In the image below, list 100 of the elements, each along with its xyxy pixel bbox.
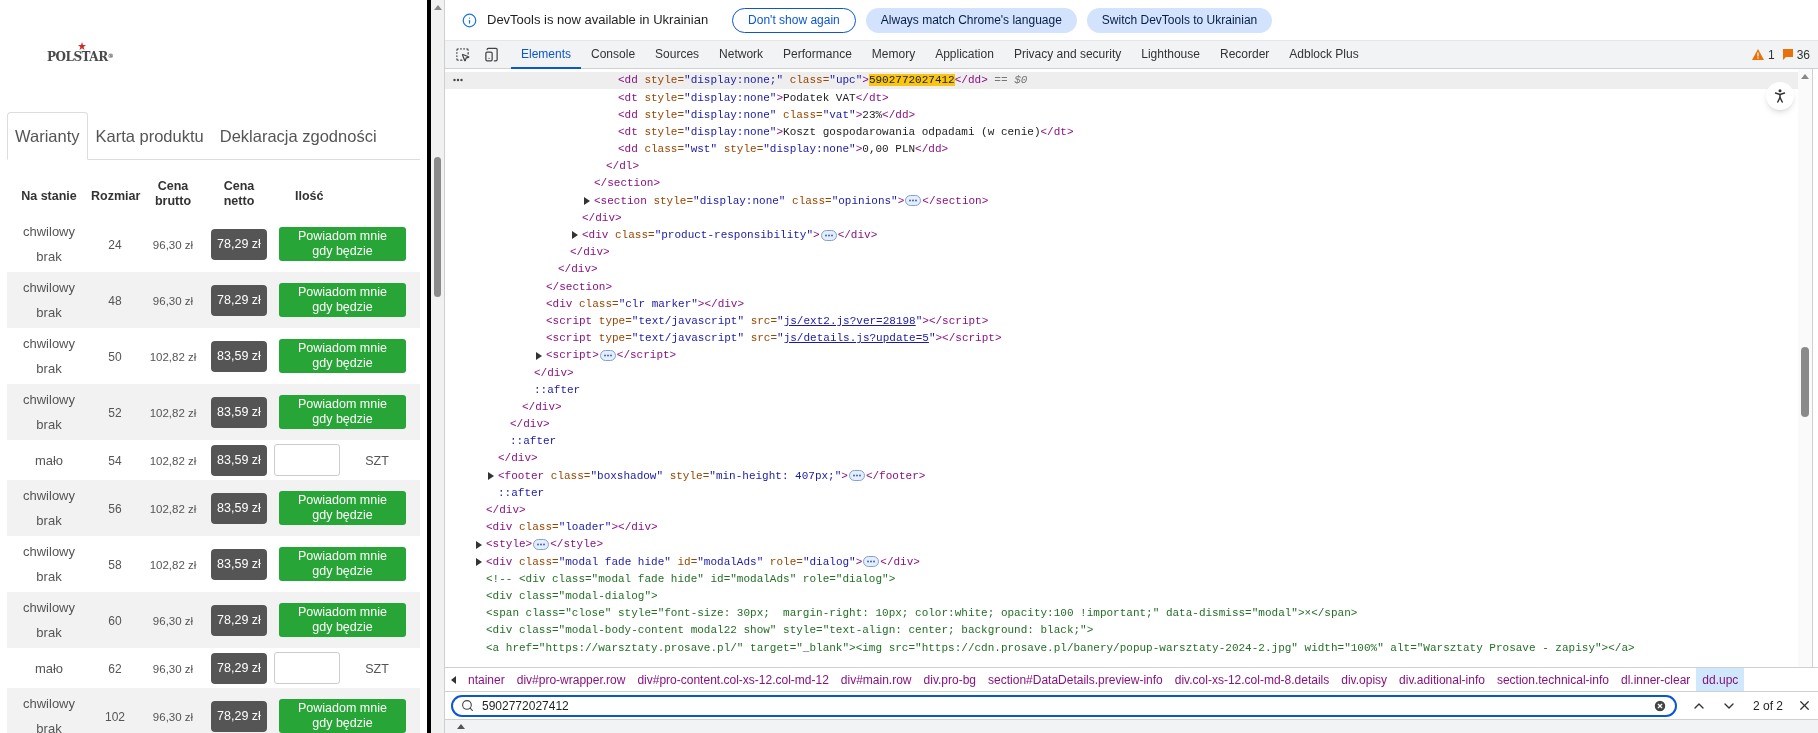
code-row[interactable]: <div class="loader"></div> — [445, 518, 1798, 537]
scroll-left-icon[interactable] — [451, 675, 456, 684]
breadcrumb[interactable]: div.aditional-info — [1393, 668, 1491, 691]
devtools-tab[interactable]: Console — [581, 40, 646, 69]
code-row[interactable]: </div> — [445, 415, 1798, 433]
breadcrumb[interactable]: div#main.row — [834, 668, 918, 691]
product-tab[interactable]: Karta produktu — [87, 112, 212, 160]
devtools-tab[interactable]: Elements — [511, 40, 582, 69]
code-text: <dd class="wst" style="display:none">0,00 PLN</dd> — [618, 142, 949, 158]
device-toolbar-icon[interactable] — [484, 47, 499, 62]
expand-arrow-icon[interactable] — [584, 196, 590, 205]
breadcrumb[interactable]: ntainer — [462, 668, 511, 691]
code-row[interactable]: <span class="close" style="font-size: 30px; margin-right: 10px; color:white; opacity:100 !important;" data-dismiss="modal">×</span> — [445, 604, 1798, 622]
code-row[interactable]: <dd style="display:none" class="vat">23%</dd> — [445, 106, 1798, 124]
quantity-field[interactable] — [274, 444, 340, 476]
code-link[interactable]: js/ext2.js?ver=28198 — [783, 314, 916, 327]
product-tab[interactable]: Warianty — [7, 112, 88, 160]
brand-logo[interactable]: POLSTAR$^{®}$ — [47, 48, 114, 66]
code-text: <div class="product-responsibility"> — [582, 228, 820, 244]
code-row[interactable]: </div> — [445, 243, 1798, 262]
code-row[interactable]: <a href="https://warsztaty.prosave.pl/" target="_blank"><img src="https://cdn.prosave.pl/banery/popup-warsztaty-2024-2.jpg" width="100%" alt="Warsztaty Prosave - zapisy"></a> — [445, 639, 1798, 657]
code-row[interactable]: <section style="display:none" class="opinions"> </section> — [445, 192, 1798, 210]
expand-up-icon[interactable] — [457, 724, 465, 729]
ellipsis-icon[interactable] — [863, 556, 880, 568]
breadcrumb[interactable]: div#pro-content.col-xs-12.col-md-12 — [631, 668, 835, 691]
quantity-field[interactable] — [274, 652, 340, 684]
ellipsis-icon[interactable] — [453, 78, 463, 82]
devtools-tab[interactable]: Application — [925, 40, 1004, 69]
code-row[interactable]: ::after — [445, 381, 1798, 399]
code-row[interactable]: <!-- <div class="modal fade hide" id="modalAds" role="dialog"> — [445, 570, 1798, 588]
scrollbar-thumb[interactable] — [434, 157, 441, 297]
breadcrumb[interactable]: div.opisy — [1335, 668, 1394, 691]
ellipsis-icon[interactable] — [533, 539, 550, 551]
scroll-up-icon[interactable] — [433, 5, 442, 10]
code-row[interactable]: <div class="modal-dialog"> — [445, 587, 1798, 605]
ellipsis-icon[interactable] — [905, 195, 922, 207]
net-price-badge: 83,59 zł — [211, 548, 267, 580]
code-row[interactable]: <footer class="boxshadow" style="min-height: 407px;"> </footer> — [445, 467, 1798, 485]
code-row[interactable]: </div> — [445, 261, 1798, 279]
banner-button[interactable]: Don't show again — [732, 7, 856, 33]
code-row[interactable]: ::after — [445, 484, 1798, 502]
inspect-icon[interactable] — [455, 47, 470, 62]
devtools-tab[interactable]: Lighthouse — [1131, 40, 1210, 69]
ellipsis-icon[interactable] — [848, 470, 865, 482]
info-icon — [462, 12, 477, 28]
devtools-tab[interactable]: Sources — [645, 40, 710, 69]
net-price-badge: 78,29 zł — [211, 700, 267, 732]
code-row[interactable]: </div> — [445, 209, 1798, 227]
code-link[interactable]: js/details.js?update=5 — [783, 332, 929, 345]
code-row[interactable]: <style> </style> — [445, 536, 1798, 554]
product-tab[interactable]: Deklaracja zgodności — [211, 112, 385, 160]
code-row[interactable]: </section> — [445, 278, 1798, 296]
devtools-tab[interactable]: Adblock Plus — [1279, 40, 1369, 69]
clear-icon[interactable] — [1652, 698, 1667, 713]
devtools-tab[interactable]: Performance — [773, 40, 862, 69]
scroll-up-icon[interactable] — [1801, 74, 1809, 79]
breadcrumb[interactable]: dl.inner-clear — [1614, 668, 1697, 691]
code-text: <div class="modal-dialog"> — [486, 588, 658, 604]
code-row[interactable]: <script type="text/javascript" src="js/details.js?update=5"></script> — [445, 329, 1798, 347]
devtools-tab[interactable]: Network — [709, 40, 774, 69]
devtools-tab[interactable]: Recorder — [1209, 40, 1280, 69]
devtools-tab[interactable]: Privacy and security — [1003, 40, 1132, 69]
breadcrumb[interactable]: section#DataDetails.preview-info — [982, 668, 1169, 691]
code-row[interactable]: <script> </script> — [445, 347, 1798, 365]
breadcrumb[interactable]: section.technical-info — [1490, 668, 1615, 691]
code-row[interactable]: </div> — [445, 398, 1798, 416]
scrollbar-thumb[interactable] — [1801, 347, 1809, 417]
code-row[interactable]: <dd class="wst" style="display:none">0,00 PLN</dd> — [445, 140, 1798, 158]
banner-button[interactable]: Always match Chrome's language — [865, 7, 1077, 33]
code-row[interactable]: <dt style="display:none">Koszt gospodarowania odpadami (w cenie)</dt> — [445, 123, 1798, 141]
breadcrumb[interactable]: div#pro-wrapper.row — [510, 668, 632, 691]
ellipsis-icon[interactable] — [599, 350, 616, 362]
ellipsis-icon[interactable] — [820, 229, 837, 241]
code-row[interactable]: <div class="product-responsibility"> </div> — [445, 226, 1798, 244]
expand-arrow-icon[interactable] — [572, 231, 578, 240]
accessibility-button[interactable] — [1766, 82, 1794, 110]
code-row[interactable]: <dt style="display:none">Podatek VAT</dt> — [445, 89, 1798, 107]
code-row[interactable]: </div> — [445, 364, 1798, 382]
code-row[interactable]: </div> — [445, 501, 1798, 519]
code-row[interactable]: </div> — [445, 450, 1798, 468]
code-row[interactable]: <div class="modal fade hide" id="modalAds" role="dialog"> </div> — [445, 553, 1798, 571]
code-row[interactable]: <div class="modal-body-content modal22 show" style="text-align: center; background: black;"> — [445, 622, 1798, 640]
banner-button[interactable]: Switch DevTools to Ukrainian — [1086, 7, 1273, 33]
breadcrumb[interactable]: dd.upc — [1696, 668, 1745, 691]
devtools-tab[interactable]: Memory — [861, 40, 926, 69]
expand-arrow-icon[interactable] — [536, 351, 542, 360]
close-icon[interactable] — [1797, 698, 1812, 713]
code-row[interactable]: </dl> — [445, 157, 1798, 176]
search-field[interactable]: 5902772027412 — [451, 694, 1677, 717]
code-row[interactable]: <script type="text/javascript" src="js/ext2.js?ver=28198"></script> — [445, 312, 1798, 330]
code-row[interactable]: <div class="clr marker"></div> — [445, 295, 1798, 313]
warning-icon[interactable] — [1751, 49, 1764, 60]
issue-icon[interactable] — [1782, 49, 1793, 60]
column-header: Cena netto — [222, 178, 256, 209]
breadcrumb[interactable]: div.col-xs-12.col-md-8.details — [1168, 668, 1336, 691]
expand-arrow-icon[interactable] — [488, 471, 494, 480]
code-row[interactable]: ::after — [445, 432, 1798, 451]
code-row[interactable]: </section> — [445, 175, 1798, 193]
breadcrumb[interactable]: div.pro-bg — [917, 668, 983, 691]
net-price-badge: 78,29 zł — [211, 284, 267, 316]
